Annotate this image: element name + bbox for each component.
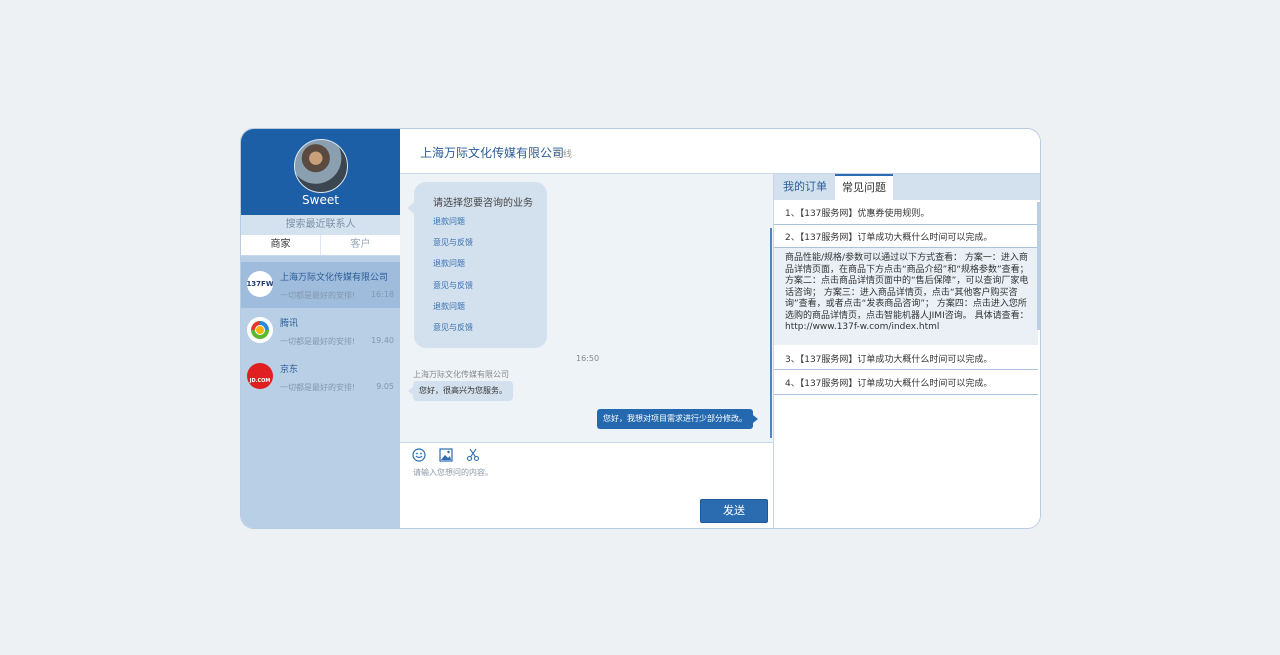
contact-item[interactable]: JD.COM 京东 一切都是最好的安排! 9.05 [241,354,400,400]
contact-time: 16:18 [370,290,394,299]
message-sender: 上海万际文化传媒有限公司 [413,370,509,379]
faq-question: 2、【137服务网】订单成功大概什么时间可以完成。 [785,233,993,243]
search-contacts-input[interactable]: 搜索最近联系人 [241,215,400,235]
menu-item-feedback[interactable]: 意见与反馈 [433,280,473,291]
tencent-logo-icon [247,317,273,343]
contact-last-message: 一切都是最好的安排! [280,383,356,392]
contact-type-tabs: 商家 客户 [241,235,400,256]
contact-last-message: 一切都是最好的安排! [280,291,356,300]
menu-item-feedback[interactable]: 意见与反馈 [433,322,473,333]
menu-item-refund[interactable]: 退款问题 [433,301,465,312]
contact-name: 京东 [280,365,299,375]
chat-scrollbar[interactable] [770,228,772,438]
faq-item[interactable]: 1、【137服务网】优惠券使用规则。 [774,200,1038,225]
incoming-message: 您好，很高兴为您服务。 [408,381,513,401]
chat-window: Sweet 搜索最近联系人 商家 客户 137FW 上海万际文化传媒有限公司 一… [240,128,1041,529]
contact-item[interactable]: 137FW 上海万际文化传媒有限公司 一切都是最好的安排! 16:18 [241,262,400,308]
contact-name: 腾讯 [280,319,299,329]
faq-question: 1、【137服务网】优惠券使用规则。 [785,209,930,219]
tab-merchants[interactable]: 商家 [241,235,321,255]
profile-panel: Sweet [241,129,400,215]
scissors-icon[interactable] [466,448,480,462]
jd-logo-icon: JD.COM [247,363,273,389]
tab-faq[interactable]: 常见问题 [835,174,893,200]
faq-item[interactable]: 2、【137服务网】订单成功大概什么时间可以完成。 [774,224,1038,248]
message-input-area: 请输入您想问的内容。 发送 [400,442,774,528]
online-status: 在线 [554,150,573,160]
contacts-sidebar: Sweet 搜索最近联系人 商家 客户 137FW 上海万际文化传媒有限公司 一… [241,129,400,528]
image-icon[interactable] [439,448,453,462]
tab-customers[interactable]: 客户 [321,235,400,255]
message-area: 请选择您要咨询的业务 退款问题 意见与反馈 退款问题 意见与反馈 退款问题 意见… [400,174,774,442]
contact-time: 19.40 [371,336,394,345]
service-menu-bubble: 请选择您要咨询的业务 退款问题 意见与反馈 退款问题 意见与反馈 退款问题 意见… [408,182,547,348]
faq-scrollbar[interactable] [1037,202,1040,330]
company-logo-icon: 137FW [247,271,273,297]
contact-last-message: 一切都是最好的安排! [280,337,356,346]
chat-partner-name: 上海万际文化传媒有限公司 [420,146,565,160]
avatar[interactable] [294,139,348,193]
faq-item[interactable]: 3、【137服务网】订单成功大概什么时间可以完成。 [774,346,1038,370]
contact-time: 9.05 [376,382,394,391]
chat-header: 上海万际文化传媒有限公司 在线 [400,129,1040,174]
message-input[interactable]: 请输入您想问的内容。 [413,467,493,478]
menu-item-refund[interactable]: 退款问题 [433,216,465,227]
info-panel: 我的订单 常见问题 1、【137服务网】优惠券使用规则。 2、【137服务网】订… [774,174,1040,528]
faq-question: 3、【137服务网】订单成功大概什么时间可以完成。 [785,355,993,365]
info-tabs: 我的订单 常见问题 [774,174,1040,200]
menu-title: 请选择您要咨询的业务 [433,198,533,209]
username: Sweet [302,193,339,207]
menu-item-refund[interactable]: 退款问题 [433,258,465,269]
faq-question: 4、【137服务网】订单成功大概什么时间可以完成。 [785,379,993,389]
send-button[interactable]: 发送 [700,499,768,523]
faq-item[interactable]: 4、【137服务网】订单成功大概什么时间可以完成。 [774,370,1038,395]
faq-answer-text: 商品性能/规格/参数可以通过以下方式查看： 方案一：进入商品详情页面，在商品下方… [785,253,1029,332]
menu-item-feedback[interactable]: 意见与反馈 [433,237,473,248]
faq-answer: 商品性能/规格/参数可以通过以下方式查看： 方案一：进入商品详情页面，在商品下方… [774,248,1038,345]
outgoing-message: 您好，我想对项目需求进行少部分修改。 [597,409,758,429]
emoji-icon[interactable] [412,448,426,462]
message-timestamp: 16:50 [576,354,600,363]
contact-name: 上海万际文化传媒有限公司 [280,273,389,283]
contact-item[interactable]: 腾讯 一切都是最好的安排! 19.40 [241,308,400,354]
tencent-logo-icon [247,317,273,343]
tab-my-orders[interactable]: 我的订单 [783,174,827,200]
